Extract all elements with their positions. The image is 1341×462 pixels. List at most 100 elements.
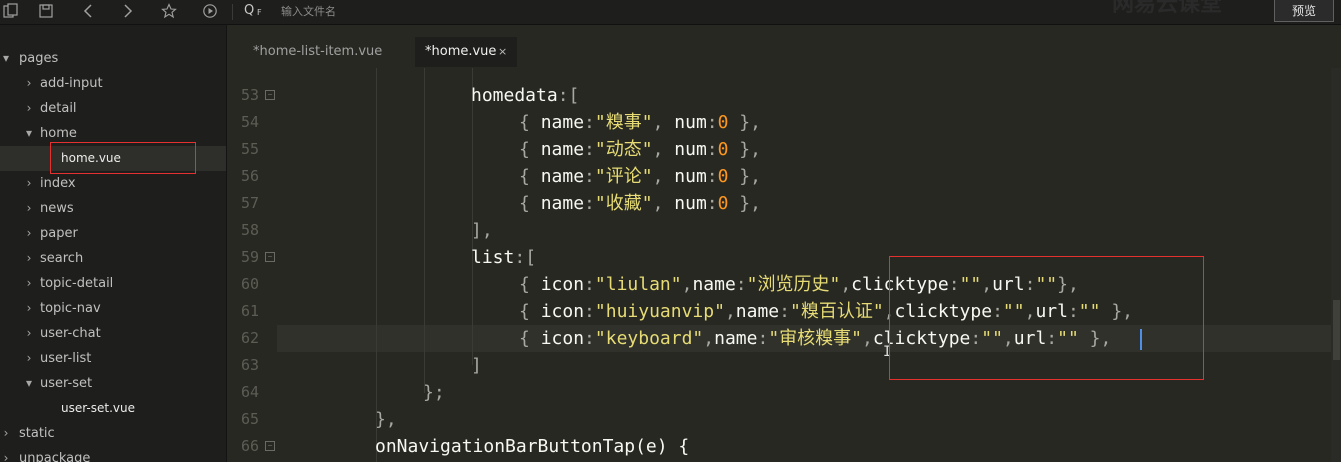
file-tree-folder[interactable]: › add-input [0,71,226,96]
file-tree-folder[interactable]: › user-list [0,346,226,371]
code-line[interactable]: 54{ name:"糗事", num:0 }, [227,109,1331,136]
file-tree-folder[interactable]: ▾ pages [0,46,226,71]
code-line[interactable]: 55 { name:"动态", num:0 }, [227,136,1331,163]
search-filter-icon: F [257,8,262,17]
code-token: , [652,139,675,160]
code-token: num [674,112,707,133]
file-tree-folder[interactable]: › topic-detail [0,271,226,296]
forward-icon[interactable] [117,1,139,21]
line-number: 64 [240,383,259,401]
tree-item-label: news [40,201,74,216]
fold-toggle-icon[interactable]: − [265,441,275,451]
file-tree-folder[interactable]: › unpackage [0,446,226,462]
code-token: "liulan" [594,274,682,295]
chevron-right-icon[interactable]: › [0,421,12,446]
tab-home-list-item[interactable]: *home-list-item.vue [253,37,382,67]
code-text: ] [471,352,482,379]
back-icon[interactable] [77,1,99,21]
code-token: name [540,112,585,133]
line-number: 53 [240,86,259,104]
code-text: onNavigationBarButtonTap(e) { [375,433,689,460]
tab-home-vue[interactable]: *home.vue × [415,37,517,67]
chevron-right-icon[interactable]: › [23,246,35,271]
run-icon[interactable] [199,1,221,21]
star-icon[interactable] [158,1,180,21]
vertical-scrollbar[interactable] [1331,68,1341,462]
code-token: :[ [557,85,580,106]
tree-item-label: user-chat [40,326,101,341]
file-tree-file[interactable]: user-set.vue [0,396,226,421]
code-line[interactable]: 64}; [227,379,1331,406]
tree-item-label: search [40,251,84,266]
file-tree-folder[interactable]: › user-chat [0,321,226,346]
copy-icon[interactable] [0,1,22,21]
file-tree-folder[interactable]: › detail [0,96,226,121]
code-token: icon [540,328,585,349]
chevron-right-icon[interactable]: › [23,271,35,296]
code-token: : [706,193,718,214]
code-line[interactable]: 56{ name:"评论", num:0 }, [227,163,1331,190]
line-number: 62 [240,329,259,347]
code-token: num [674,166,707,187]
code-line[interactable]: 57{ name:"收藏", num:0 }, [227,190,1331,217]
fold-toggle-icon[interactable]: − [265,252,275,262]
file-tree-folder[interactable]: › paper [0,221,226,246]
tree-item-label: topic-nav [40,301,101,316]
chevron-down-icon[interactable]: ▾ [0,46,12,71]
chevron-right-icon[interactable]: › [23,171,35,196]
code-token: "浏览历史" [746,274,841,295]
chevron-down-icon[interactable]: ▾ [23,121,35,146]
file-tree-folder[interactable]: › news [0,196,226,221]
line-number: 61 [240,302,259,320]
chevron-right-icon[interactable]: › [23,96,35,121]
code-token: homedata [471,85,558,106]
line-number: 65 [240,410,259,428]
tab-label: *home.vue [425,44,497,59]
scrollbar-thumb[interactable] [1333,300,1340,360]
code-line[interactable]: 66− onNavigationBarButtonTap(e) { [227,433,1331,460]
chevron-right-icon[interactable]: › [23,346,35,371]
code-token: : [584,328,595,349]
file-tree-folder[interactable]: ▾ user-set [0,371,226,396]
tree-item-label: index [40,176,76,191]
code-token: num [674,139,707,160]
code-token: { [519,139,541,160]
file-tree-folder[interactable]: › static [0,421,226,446]
preview-button[interactable]: 预览 [1274,0,1334,22]
code-token: name [714,328,758,349]
code-line[interactable]: 58], [227,217,1331,244]
chevron-right-icon[interactable]: › [23,71,35,96]
code-token: : [584,274,595,295]
code-token: : [706,112,718,133]
file-tree-folder[interactable]: › search [0,246,226,271]
file-tree-folder[interactable]: › index [0,171,226,196]
line-number: 55 [240,140,259,158]
code-token: "评论" [594,166,653,187]
code-text: { name:"评论", num:0 }, [519,163,761,190]
chevron-right-icon[interactable]: › [0,446,12,462]
chevron-right-icon[interactable]: › [23,321,35,346]
fold-toggle-icon[interactable]: − [265,90,275,100]
chevron-right-icon[interactable]: › [23,196,35,221]
code-token: : [735,274,747,295]
code-text: { name:"动态", num:0 }, [519,136,761,163]
file-search-input[interactable] [281,3,581,19]
tree-item-label: detail [40,101,77,116]
line-number: 58 [240,221,259,239]
chevron-down-icon[interactable]: ▾ [23,371,35,396]
line-number: 66 [240,437,259,455]
line-number: 63 [240,356,259,374]
code-token: "审核糗事" [768,328,862,349]
chevron-right-icon[interactable]: › [23,221,35,246]
tree-item-label: paper [40,226,78,241]
code-line[interactable]: 53− homedata:[ [227,82,1331,109]
code-token: : [584,301,595,322]
file-tree-folder[interactable]: › topic-nav [0,296,226,321]
save-icon[interactable] [35,1,57,21]
code-token: , [652,193,675,214]
close-icon[interactable]: × [498,37,507,67]
code-token: : [706,166,718,187]
code-line[interactable]: 65}, [227,406,1331,433]
chevron-right-icon[interactable]: › [23,296,35,321]
project-explorer: ▾ pages › add-input › detail ▾ home home.vue › ind… [0,25,227,462]
